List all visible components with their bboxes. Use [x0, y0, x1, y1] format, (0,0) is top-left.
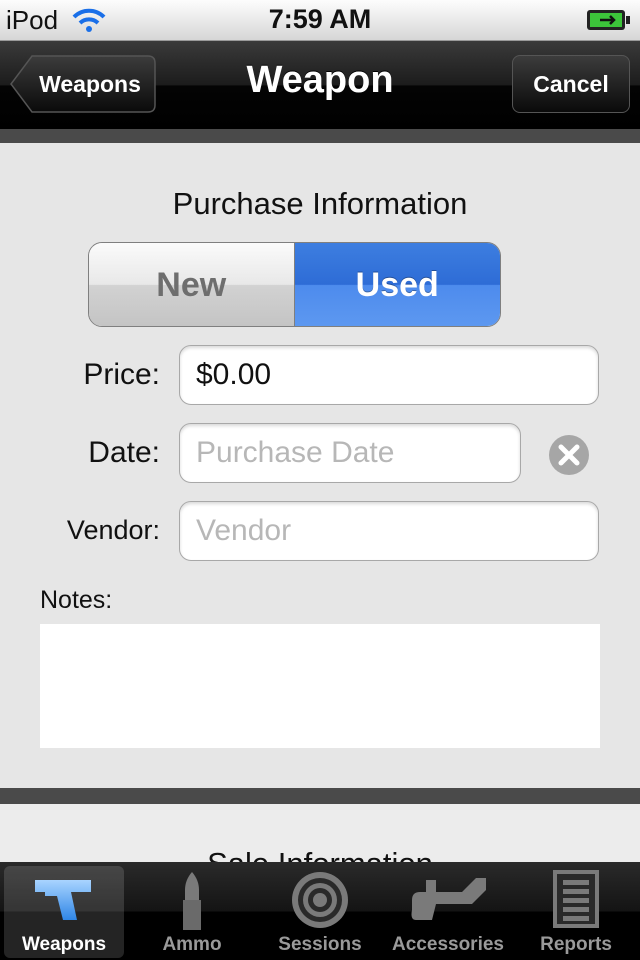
status-bar: iPod 7:59 AM: [0, 0, 640, 41]
battery-charging-icon: [587, 10, 630, 30]
pistol-icon: [35, 880, 91, 920]
condition-segmented-control: New Used: [88, 242, 501, 327]
tab-label: Sessions: [278, 934, 362, 955]
notes-textarea[interactable]: [40, 624, 600, 748]
segment-new[interactable]: New: [89, 243, 295, 326]
section-separator: [0, 788, 640, 804]
sale-section: Sale Information: [0, 804, 640, 864]
tab-weapons[interactable]: Weapons: [0, 862, 128, 960]
accessory-icon: [411, 878, 486, 920]
purchase-section-title: Purchase Information: [172, 186, 468, 221]
tab-sessions[interactable]: Sessions: [256, 862, 384, 960]
clear-date-icon[interactable]: [548, 434, 590, 476]
bullet-icon: [183, 872, 201, 930]
navigation-bar: Weapons Weapon Cancel: [0, 41, 640, 129]
cancel-button[interactable]: Cancel: [512, 55, 630, 113]
tab-label: Accessories: [392, 934, 504, 955]
target-icon: [292, 872, 348, 928]
tab-bar: Weapons Ammo Sessions Accessories Report…: [0, 862, 640, 960]
tab-label: Ammo: [162, 934, 222, 955]
tab-label: Reports: [540, 934, 612, 955]
nav-separator: [0, 129, 640, 143]
date-label: Date:: [88, 436, 160, 469]
tab-reports[interactable]: Reports: [512, 862, 640, 960]
status-time: 7:59 AM: [268, 4, 372, 34]
report-icon: [553, 870, 599, 928]
segment-used[interactable]: Used: [294, 243, 500, 326]
notes-label: Notes:: [40, 586, 113, 614]
price-field[interactable]: $0.00: [179, 345, 599, 405]
tab-label: Weapons: [21, 934, 107, 955]
purchase-date-field[interactable]: Purchase Date: [179, 423, 521, 483]
tab-ammo[interactable]: Ammo: [128, 862, 256, 960]
price-label: Price:: [83, 358, 160, 391]
tab-accessories[interactable]: Accessories: [384, 862, 512, 960]
vendor-field[interactable]: Vendor: [179, 501, 599, 561]
vendor-label: Vendor:: [66, 515, 160, 545]
